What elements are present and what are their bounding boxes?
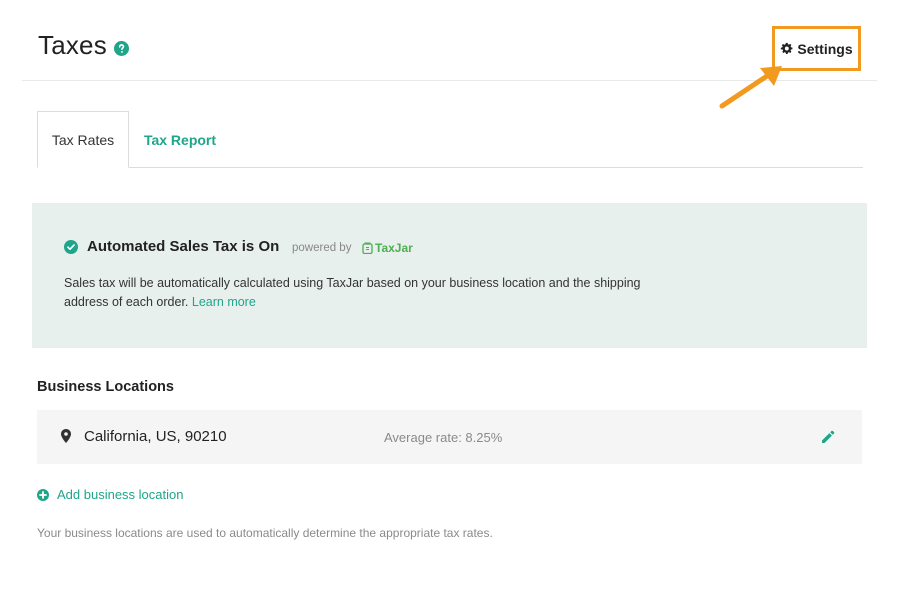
tab-bar: Tax Rates Tax Report — [37, 111, 863, 168]
taxjar-logo-text: TaxJar — [375, 241, 413, 255]
settings-label: Settings — [797, 40, 853, 57]
map-pin-icon — [61, 429, 71, 443]
gear-icon — [781, 42, 793, 55]
banner-description: Sales tax will be automatically calculat… — [64, 274, 684, 312]
location-name: California, US, 90210 — [84, 428, 227, 445]
automated-tax-banner: Automated Sales Tax is On powered by Tax… — [32, 203, 867, 348]
tab-tax-rates[interactable]: Tax Rates — [37, 111, 129, 168]
location-row: California, US, 90210 Average rate: 8.25… — [37, 410, 862, 464]
tab-tax-report[interactable]: Tax Report — [129, 111, 231, 168]
question-circle-icon[interactable] — [114, 41, 129, 56]
page-title: Taxes — [38, 30, 107, 60]
learn-more-link[interactable]: Learn more — [192, 295, 256, 309]
average-rate: Average rate: 8.25% — [384, 430, 503, 445]
add-business-location-label: Add business location — [57, 487, 184, 502]
add-business-location-button[interactable]: Add business location — [37, 487, 183, 502]
plus-circle-icon — [37, 488, 49, 501]
banner-title: Automated Sales Tax is On — [87, 238, 280, 255]
business-locations-title: Business Locations — [37, 379, 174, 395]
pencil-icon[interactable] — [821, 430, 835, 444]
powered-by-text: powered by — [292, 242, 352, 254]
locations-footnote: Your business locations are used to auto… — [37, 526, 493, 540]
banner-description-text: Sales tax will be automatically calculat… — [64, 276, 641, 309]
annotation-arrow — [719, 66, 782, 109]
taxjar-logo: TaxJar — [362, 241, 413, 255]
check-circle-icon — [64, 240, 78, 254]
taxjar-jar-icon — [362, 242, 373, 254]
